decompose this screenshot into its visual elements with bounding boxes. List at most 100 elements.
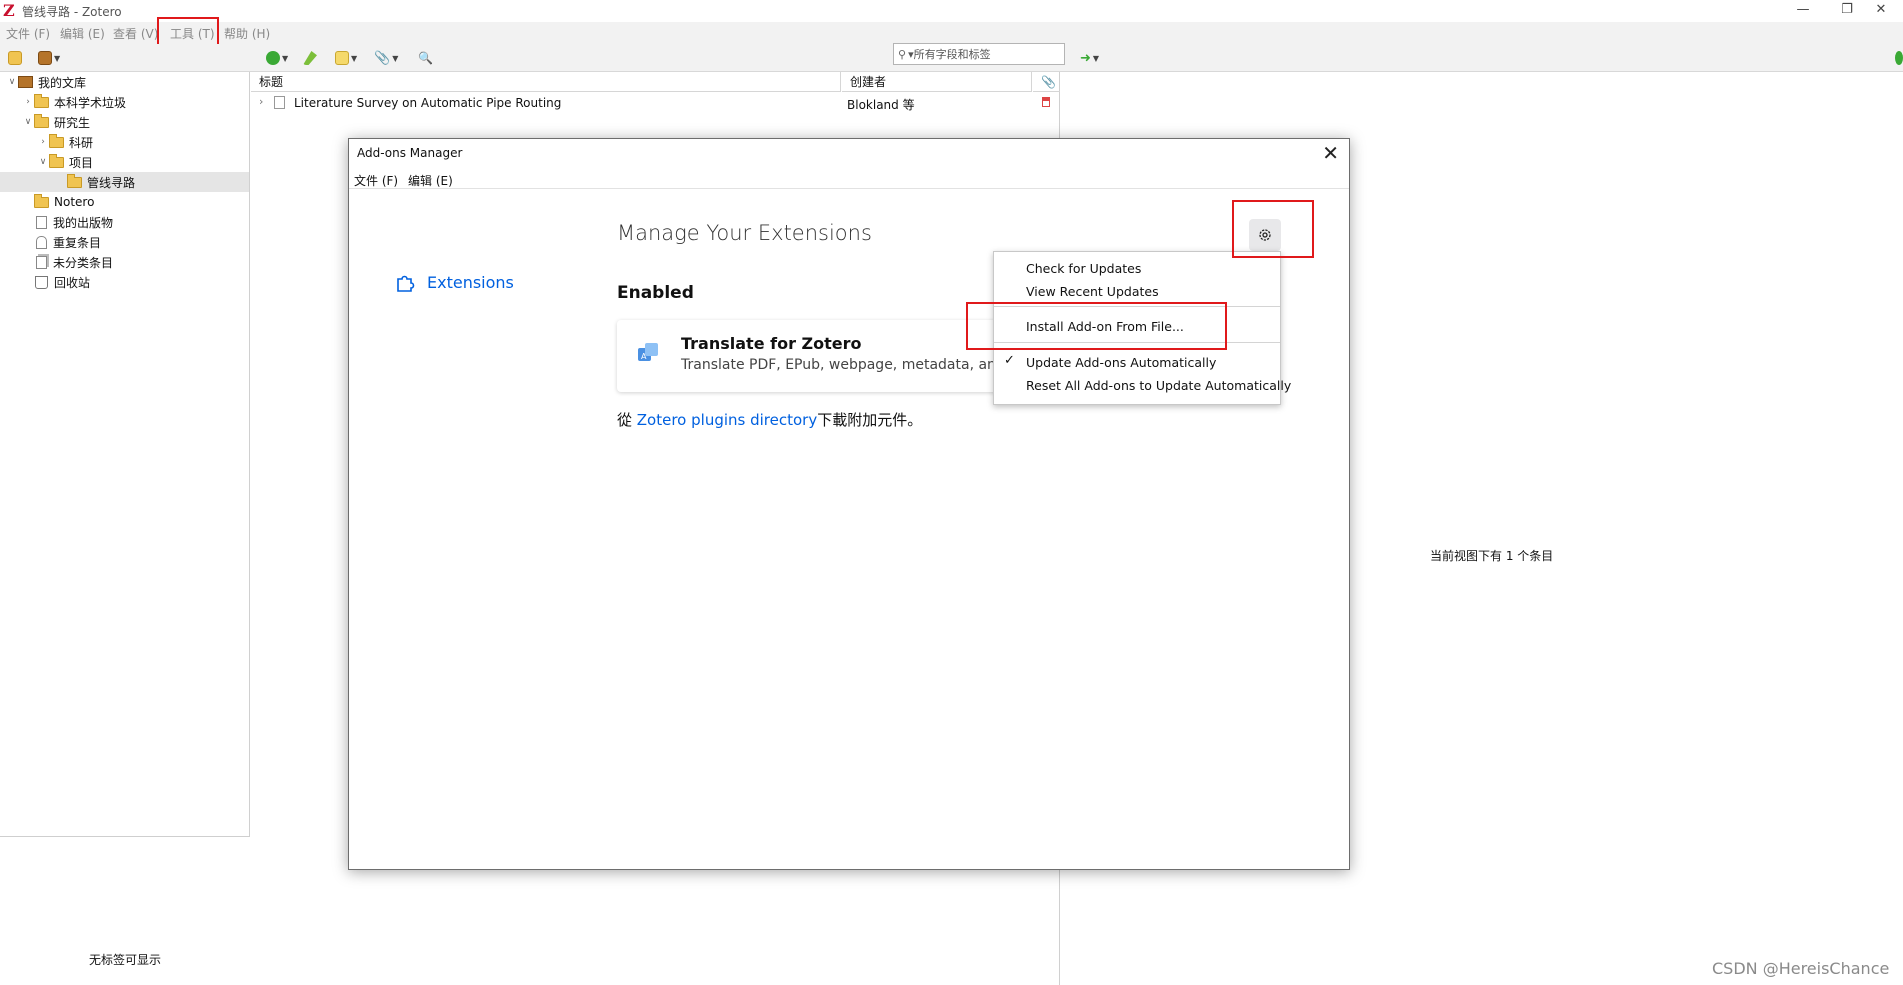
tree-item-label: 重复条目 — [53, 235, 102, 250]
unfiled-icon — [36, 255, 47, 269]
menu-edit[interactable]: 编辑 (E) — [60, 25, 105, 42]
new-collection-icon — [8, 51, 22, 65]
dialog-menu-edit[interactable]: 编辑 (E) — [408, 172, 453, 189]
tree-item-graduate[interactable]: ∨ 研究生 — [22, 112, 250, 132]
addon-name: Translate for Zotero — [681, 334, 862, 353]
title-bar: Z 管线寻路 - Zotero — ❐ ✕ — [0, 0, 1903, 22]
new-item-button[interactable]: ▼ — [266, 49, 288, 67]
search-field[interactable]: ⚲ ▾所有字段和标签 — [893, 43, 1065, 65]
new-collection-button[interactable] — [8, 49, 22, 67]
duplicate-icon — [36, 235, 47, 249]
menu-help[interactable]: 帮助 (H) — [224, 25, 270, 42]
tree-item-label: 未分类条目 — [53, 255, 114, 270]
tree-item-label: 本科学术垃圾 — [54, 95, 127, 110]
page-title: Manage Your Extensions — [617, 221, 872, 245]
menu-view[interactable]: 查看 (V) — [113, 25, 158, 42]
dialog-menubar: 文件 (F) 编辑 (E) — [349, 169, 1349, 189]
chevron-right-icon[interactable]: › — [22, 97, 34, 107]
footer-suffix: 下載附加元件。 — [817, 411, 923, 429]
locate-button[interactable]: ➜ ▼ — [1080, 49, 1099, 67]
tree-item-label: 科研 — [69, 135, 94, 150]
main-menubar: 文件 (F) 编辑 (E) 查看 (V) 工具 (T) 帮助 (H) — [0, 22, 1903, 44]
tree-item-trash[interactable]: 回收站 — [34, 272, 250, 292]
close-window-button[interactable]: ✕ — [1859, 0, 1903, 22]
nav-extensions[interactable]: Extensions — [395, 271, 514, 293]
dialog-title: Add-ons Manager — [357, 146, 463, 160]
tree-item-label: 管线寻路 — [87, 175, 136, 190]
watermark: CSDN @HereisChance — [1712, 959, 1890, 978]
table-row[interactable]: › Literature Survey on Automatic Pipe Ro… — [251, 93, 1060, 113]
sync-icon — [1895, 51, 1903, 65]
addon-description: Translate PDF, EPub, webpage, metadata, … — [681, 357, 1014, 373]
menu-item-check-updates[interactable]: Check for Updates — [1026, 261, 1141, 276]
checkmark-icon: ✓ — [1004, 353, 1015, 368]
chevron-right-icon[interactable]: › — [37, 137, 49, 147]
column-header-creator[interactable]: 创建者 — [842, 72, 1032, 92]
folder-icon — [67, 173, 82, 188]
folder-icon — [49, 153, 64, 168]
chevron-down-icon[interactable]: ∨ — [37, 157, 49, 167]
menu-item-view-recent-updates[interactable]: View Recent Updates — [1026, 284, 1159, 299]
menu-item-reset-update-automatically[interactable]: Reset All Add-ons to Update Automaticall… — [1026, 378, 1291, 393]
chevron-down-icon[interactable]: ∨ — [6, 77, 18, 87]
column-header-attachment[interactable]: 📎 — [1033, 72, 1060, 92]
new-library-button[interactable]: ▼ — [38, 49, 60, 67]
no-tags-message: 无标签可显示 — [88, 953, 161, 967]
plus-circle-icon — [266, 51, 280, 65]
new-note-button[interactable]: ▼ — [335, 49, 357, 67]
folder-icon — [49, 133, 64, 148]
tree-item-label: 我的出版物 — [53, 215, 114, 230]
column-header-title[interactable]: 标题 — [251, 72, 841, 92]
document-icon — [36, 215, 47, 229]
chevron-right-icon[interactable]: › — [259, 95, 263, 108]
search-icon: ⚲ — [898, 47, 907, 61]
tag-selector-pane: 无标签可显示 — [0, 836, 250, 985]
tree-item-duplicates[interactable]: 重复条目 — [34, 232, 250, 252]
item-count-message: 当前视图下有 1 个条目 — [1430, 549, 1554, 563]
tree-item-my-publications[interactable]: 我的出版物 — [34, 212, 250, 232]
magnifier-icon: 🔍 — [418, 51, 433, 65]
tree-item-pipe-routing[interactable]: 管线寻路 — [0, 172, 249, 192]
minimize-button[interactable]: — — [1781, 0, 1825, 22]
advanced-search-button[interactable]: 🔍 — [418, 49, 433, 67]
tree-item-label: 项目 — [69, 155, 94, 170]
tree-item-unfiled[interactable]: 未分类条目 — [34, 252, 250, 272]
svg-text:A: A — [641, 352, 647, 361]
menu-item-update-automatically[interactable]: Update Add-ons Automatically — [1026, 355, 1216, 370]
tree-item-label: 研究生 — [54, 115, 91, 130]
chevron-down-icon[interactable]: ∨ — [22, 117, 34, 127]
add-attachment-button[interactable]: 📎 ▼ — [374, 49, 398, 67]
folder-icon — [34, 113, 49, 128]
library-icon — [18, 76, 33, 88]
note-icon — [335, 51, 349, 65]
tree-item-label: 回收站 — [54, 275, 91, 290]
sync-button[interactable] — [1895, 49, 1903, 67]
section-heading-enabled: Enabled — [617, 283, 694, 303]
tree-item-undergrad[interactable]: › 本科学术垃圾 — [22, 92, 250, 112]
pdf-icon[interactable] — [1042, 97, 1050, 107]
search-placeholder: ▾所有字段和标签 — [908, 48, 991, 61]
tree-item-notero[interactable]: Notero — [34, 192, 250, 212]
close-icon[interactable]: ✕ — [1322, 141, 1339, 165]
dialog-menu-file[interactable]: 文件 (F) — [354, 172, 398, 189]
item-creator: Blokland 等 — [847, 98, 915, 112]
add-by-identifier-button[interactable] — [303, 49, 317, 67]
item-title: Literature Survey on Automatic Pipe Rout… — [294, 96, 562, 110]
puzzle-icon — [397, 275, 415, 292]
tree-item-my-library[interactable]: ∨ 我的文库 — [6, 72, 250, 92]
footer-prefix: 從 — [617, 411, 637, 429]
zotero-logo-icon: Z — [3, 1, 15, 20]
plugins-directory-text: 從 Zotero plugins directory下載附加元件。 — [617, 409, 922, 430]
plugins-directory-link[interactable]: Zotero plugins directory — [637, 411, 817, 429]
tree-item-projects[interactable]: ∨ 项目 — [37, 152, 250, 172]
highlight-gear-button — [1232, 200, 1314, 258]
folder-icon — [34, 93, 49, 108]
arrow-right-icon: ➜ — [1080, 50, 1091, 66]
tree-item-label: 我的文库 — [38, 75, 87, 90]
document-icon — [274, 96, 285, 109]
tree-item-label: Notero — [54, 195, 95, 209]
trash-icon — [35, 275, 48, 289]
menu-file[interactable]: 文件 (F) — [6, 25, 50, 42]
paperclip-icon: 📎 — [1041, 75, 1056, 89]
tree-item-research[interactable]: › 科研 — [37, 132, 250, 152]
